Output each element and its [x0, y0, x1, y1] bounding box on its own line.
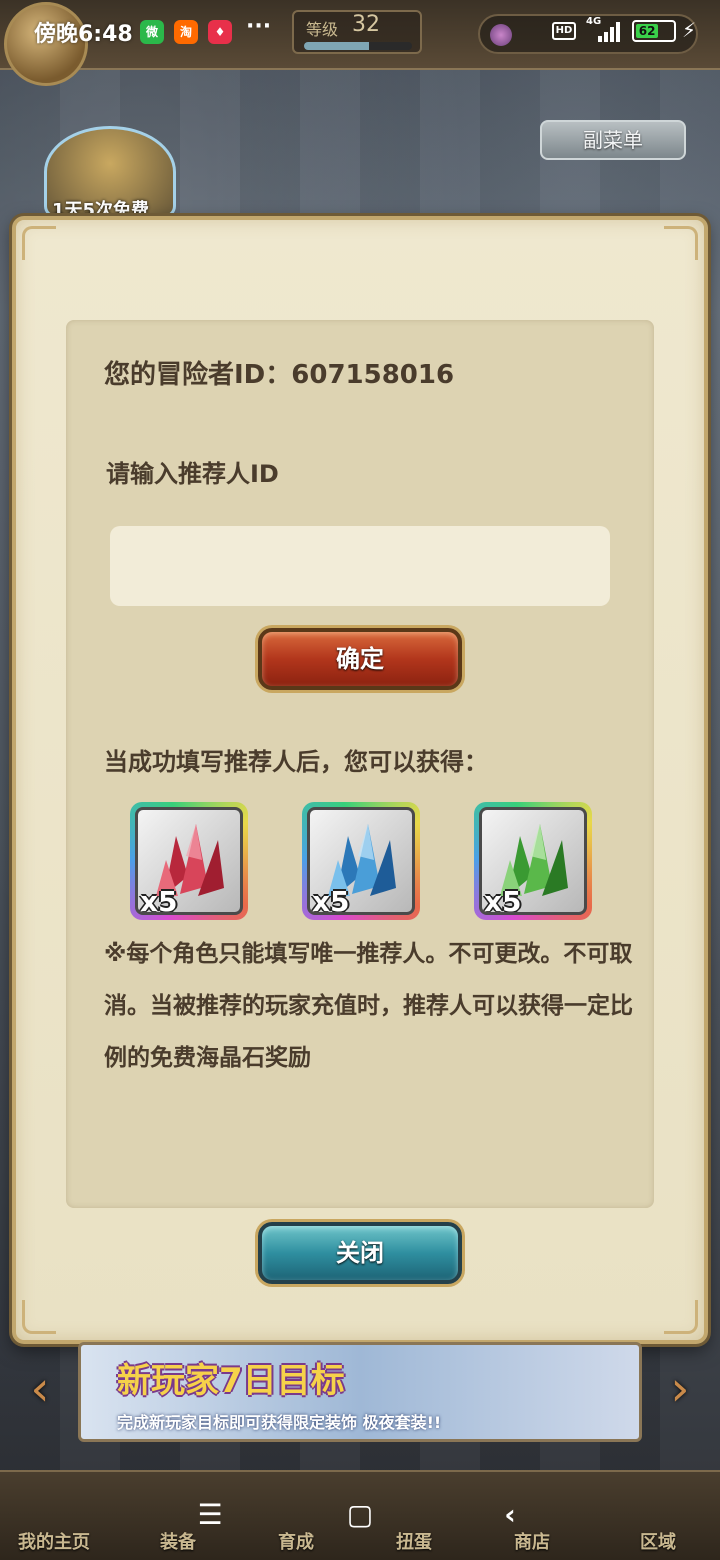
banner-title: 新玩家7日目标: [117, 1361, 345, 1401]
more-notifications-icon: ···: [246, 14, 272, 39]
event-banner[interactable]: 新玩家7日目标 完成新玩家目标即可获得限定装饰 极夜套装!!: [78, 1342, 642, 1442]
reward-item-green[interactable]: x5: [474, 802, 592, 920]
battery-icon: 62: [632, 20, 676, 42]
status-bar: 傍晚6:48 微 淘 ♦ ··· HD 4G 62 ⚡: [0, 0, 720, 64]
nav-tab-gacha[interactable]: 扭蛋: [396, 1528, 432, 1554]
nav-tab-training[interactable]: 育成: [278, 1528, 314, 1554]
reward-item-frame: x5: [307, 807, 415, 915]
banner-prev-arrow-icon[interactable]: ‹: [20, 1354, 60, 1424]
referral-notice: ※每个角色只能填写唯一推荐人。不可更改。不可取消。当被推荐的玩家充值时，推荐人可…: [104, 941, 633, 1071]
signal-icon: [598, 20, 624, 42]
reward-quantity: x5: [140, 885, 178, 915]
wechat-icon: 微: [140, 20, 164, 44]
nav-tab-region[interactable]: 区域: [640, 1528, 676, 1554]
nav-tab-shop[interactable]: 商店: [514, 1528, 550, 1554]
hd-voice-icon: HD: [552, 22, 576, 40]
status-time: 傍晚6:48: [34, 22, 133, 47]
referrer-id-input[interactable]: [110, 526, 610, 606]
adventurer-id-value: 607158016: [291, 360, 455, 390]
corner-ornament-icon: [22, 1300, 56, 1334]
corner-ornament-icon: [664, 226, 698, 260]
taobao-icon: 淘: [174, 20, 198, 44]
reward-item-frame: x5: [479, 807, 587, 915]
confirm-button[interactable]: 确定: [258, 628, 462, 690]
reward-caption: 当成功填写推荐人后，您可以获得：: [104, 748, 488, 776]
submenu-button[interactable]: 副菜单: [540, 120, 686, 160]
nav-tab-equipment[interactable]: 装备: [160, 1528, 196, 1554]
back-icon[interactable]: ‹: [490, 1498, 530, 1531]
corner-ornament-icon: [22, 226, 56, 260]
nav-tab-home[interactable]: 我的主页: [18, 1528, 90, 1554]
reward-item-frame: x5: [135, 807, 243, 915]
charging-icon: ⚡: [682, 18, 697, 42]
battery-level: 62: [636, 24, 659, 38]
recent-apps-icon[interactable]: ☰: [190, 1498, 230, 1531]
home-icon[interactable]: ▢: [340, 1498, 380, 1531]
app-icon: ♦: [208, 20, 232, 44]
reward-item-red[interactable]: x5: [130, 802, 248, 920]
close-button[interactable]: 关闭: [258, 1222, 462, 1284]
reward-item-blue[interactable]: x5: [302, 802, 420, 920]
adventurer-id-label: 您的冒险者ID：: [104, 360, 292, 390]
reward-quantity: x5: [312, 885, 350, 915]
banner-next-arrow-icon[interactable]: ›: [660, 1354, 700, 1424]
referrer-prompt: 请输入推荐人ID: [106, 460, 279, 488]
banner-subtitle: 完成新玩家目标即可获得限定装饰 极夜套装!!: [117, 1413, 442, 1432]
adventurer-id: 您的冒险者ID：607158016: [104, 354, 454, 391]
reward-quantity: x5: [484, 885, 522, 915]
corner-ornament-icon: [664, 1300, 698, 1334]
